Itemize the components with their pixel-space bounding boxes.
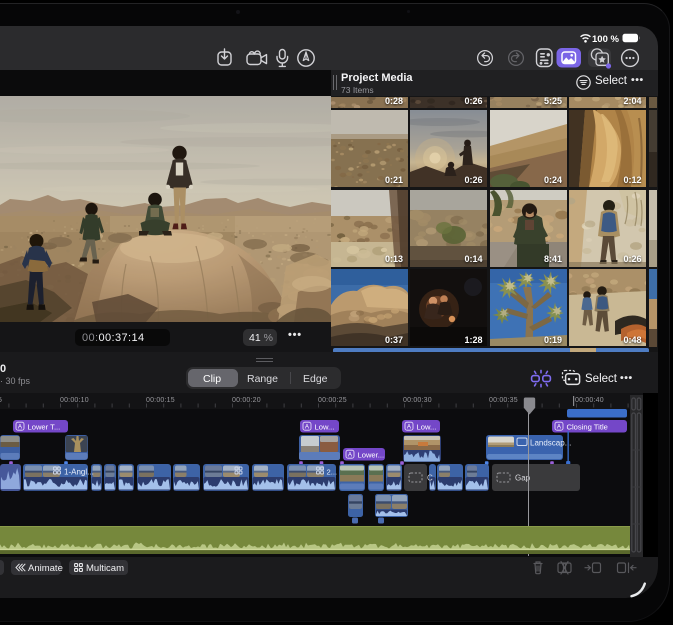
svg-text:Closing Title: Closing Title — [567, 422, 608, 431]
svg-text:2...: 2... — [327, 468, 338, 477]
svg-text:Lower...: Lower... — [358, 450, 385, 459]
svg-text:Landscap...: Landscap... — [530, 439, 571, 448]
svg-text:1-Angl...: 1-Angl... — [64, 468, 94, 477]
svg-text:100 %: 100 % — [592, 34, 619, 44]
svg-text:Lower T...: Lower T... — [28, 422, 61, 431]
svg-text:C: C — [427, 474, 433, 483]
svg-text:Low...: Low... — [417, 422, 437, 431]
svg-text:Low...: Low... — [315, 422, 335, 431]
